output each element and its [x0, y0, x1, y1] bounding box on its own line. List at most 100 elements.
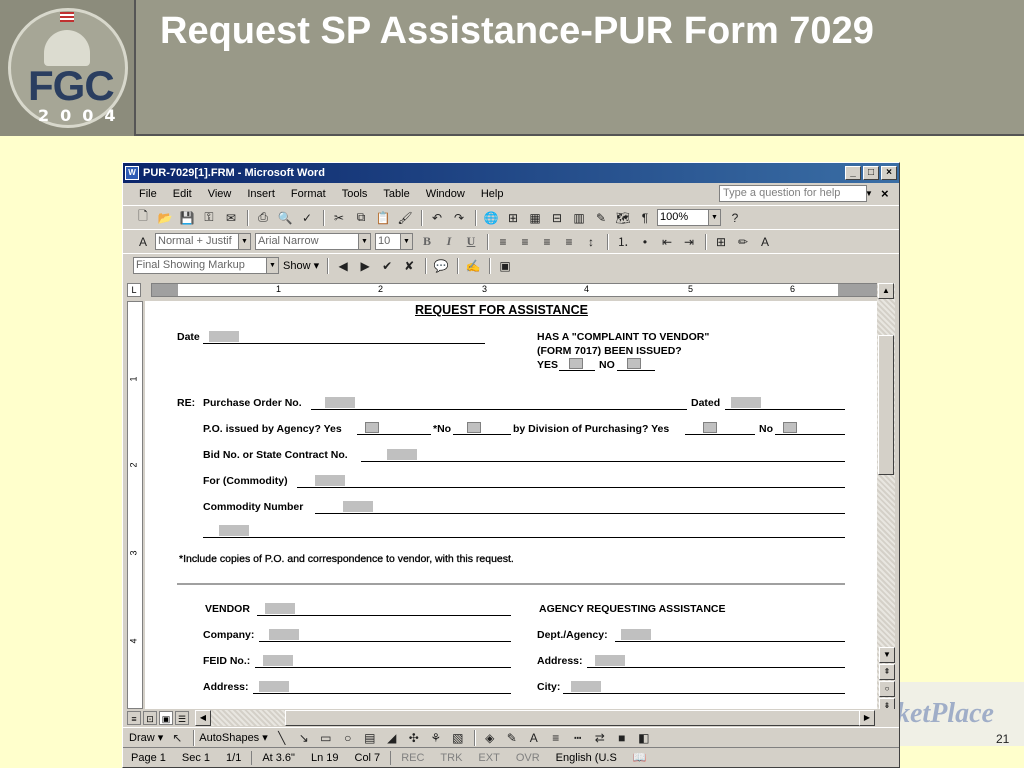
feid-field[interactable]: [263, 655, 293, 666]
commodity-field[interactable]: [315, 475, 345, 486]
line-style-icon[interactable]: ≡: [546, 729, 566, 747]
show-hide-icon[interactable]: ¶: [635, 209, 655, 227]
city-field[interactable]: [571, 681, 601, 692]
picture-icon[interactable]: ▧: [448, 729, 468, 747]
date-field[interactable]: [209, 331, 239, 342]
help-icon[interactable]: ?: [725, 209, 745, 227]
status-rec[interactable]: REC: [393, 752, 432, 764]
email-icon[interactable]: ✉: [221, 209, 241, 227]
menu-table[interactable]: Table: [375, 188, 417, 200]
style-select[interactable]: Normal + Justif ▼: [155, 233, 251, 250]
diagram-icon[interactable]: ✣: [404, 729, 424, 747]
decrease-indent-icon[interactable]: ⇤: [657, 233, 677, 251]
align-right-icon[interactable]: ≡: [537, 233, 557, 251]
line-icon[interactable]: ╲: [272, 729, 292, 747]
menu-view[interactable]: View: [200, 188, 240, 200]
redo-icon[interactable]: ↷: [449, 209, 469, 227]
align-center-icon[interactable]: ≡: [515, 233, 535, 251]
company-field[interactable]: [269, 629, 299, 640]
status-trk[interactable]: TRK: [432, 752, 470, 764]
extra-field[interactable]: [219, 525, 249, 536]
drawing-icon[interactable]: ✎: [591, 209, 611, 227]
po-number-field[interactable]: [325, 397, 355, 408]
po-issued-yes-checkbox[interactable]: [365, 422, 379, 433]
show-menu-button[interactable]: Show ▾: [283, 259, 319, 272]
wordart-icon[interactable]: ◢: [382, 729, 402, 747]
track-changes-icon[interactable]: ✍: [463, 257, 483, 275]
menu-help[interactable]: Help: [473, 188, 512, 200]
arrow-style-icon[interactable]: ⇄: [590, 729, 610, 747]
status-ovr[interactable]: OVR: [508, 752, 548, 764]
italic-button[interactable]: I: [439, 233, 459, 251]
draw-menu-button[interactable]: Draw ▾: [129, 731, 163, 744]
vendor-address-field[interactable]: [259, 681, 289, 692]
display-for-review-select[interactable]: Final Showing Markup ▼: [133, 257, 279, 274]
menu-tools[interactable]: Tools: [334, 188, 376, 200]
normal-view-icon[interactable]: ≡: [127, 711, 141, 725]
print-icon[interactable]: ⎙: [253, 209, 273, 227]
permission-icon[interactable]: ⚿: [199, 209, 219, 227]
accept-change-icon[interactable]: ✔: [377, 257, 397, 275]
text-box-icon[interactable]: ▤: [360, 729, 380, 747]
reject-change-icon[interactable]: ✘: [399, 257, 419, 275]
zoom-select[interactable]: 100% ▼: [657, 209, 721, 226]
fill-color-icon[interactable]: ◈: [480, 729, 500, 747]
menu-insert[interactable]: Insert: [239, 188, 283, 200]
dash-style-icon[interactable]: ┅: [568, 729, 588, 747]
minimize-button[interactable]: _: [845, 166, 861, 180]
numbering-icon[interactable]: ⒈: [613, 233, 633, 251]
underline-button[interactable]: U: [461, 233, 481, 251]
help-question-input[interactable]: Type a question for help: [719, 185, 867, 202]
line-spacing-icon[interactable]: ↕: [581, 233, 601, 251]
horizontal-ruler[interactable]: 1 2 3 4 5 6: [151, 283, 879, 297]
shadow-style-icon[interactable]: ■: [612, 729, 632, 747]
complaint-no-checkbox[interactable]: [627, 358, 641, 369]
autoshapes-menu-button[interactable]: AutoShapes ▾: [199, 731, 268, 744]
outline-view-icon[interactable]: ☰: [175, 711, 189, 725]
line-color-icon[interactable]: ✎: [502, 729, 522, 747]
document-map-icon[interactable]: 🗺: [613, 209, 633, 227]
previous-change-icon[interactable]: ◀: [333, 257, 353, 275]
vertical-scroll-thumb[interactable]: [878, 335, 894, 475]
status-ext[interactable]: EXT: [470, 752, 507, 764]
styles-formatting-icon[interactable]: A: [133, 233, 153, 251]
dated-field[interactable]: [731, 397, 761, 408]
scroll-down-icon[interactable]: ▼: [879, 647, 895, 663]
document-close-button[interactable]: ×: [881, 186, 889, 201]
select-browse-object-icon[interactable]: ○: [879, 681, 895, 697]
insert-table-icon[interactable]: ▦: [525, 209, 545, 227]
font-select[interactable]: Arial Narrow ▼: [255, 233, 371, 250]
insert-excel-icon[interactable]: ⊟: [547, 209, 567, 227]
scroll-up-icon[interactable]: ▲: [878, 283, 894, 299]
previous-page-icon[interactable]: ⇞: [879, 664, 895, 680]
3d-style-icon[interactable]: ◧: [634, 729, 654, 747]
align-left-icon[interactable]: ≡: [493, 233, 513, 251]
oval-icon[interactable]: ○: [338, 729, 358, 747]
word-app-icon[interactable]: W: [125, 166, 139, 180]
format-painter-icon[interactable]: 🖌: [395, 209, 415, 227]
insert-comment-icon[interactable]: 💬: [431, 257, 451, 275]
bullets-icon[interactable]: •: [635, 233, 655, 251]
save-icon[interactable]: 💾: [177, 209, 197, 227]
clip-art-icon[interactable]: ⚘: [426, 729, 446, 747]
reviewing-pane-icon[interactable]: ▣: [495, 257, 515, 275]
paste-icon[interactable]: 📋: [373, 209, 393, 227]
horizontal-scroll-thumb[interactable]: [285, 710, 865, 726]
highlight-icon[interactable]: ✏: [733, 233, 753, 251]
help-dropdown-arrow-icon[interactable]: ▼: [863, 186, 875, 201]
increase-indent-icon[interactable]: ⇥: [679, 233, 699, 251]
next-change-icon[interactable]: ▶: [355, 257, 375, 275]
print-layout-icon[interactable]: ▣: [159, 711, 173, 725]
tables-borders-icon[interactable]: ⊞: [503, 209, 523, 227]
copy-icon[interactable]: ⧉: [351, 209, 371, 227]
arrow-icon[interactable]: ↘: [294, 729, 314, 747]
division-yes-checkbox[interactable]: [703, 422, 717, 433]
tab-selector-button[interactable]: L: [127, 283, 141, 297]
font-size-select[interactable]: 10 ▼: [375, 233, 413, 250]
font-color-icon[interactable]: A: [755, 233, 775, 251]
division-no-checkbox[interactable]: [783, 422, 797, 433]
document-page[interactable]: REQUEST FOR ASSISTANCE Date HAS A "COMPL…: [145, 301, 877, 709]
scroll-left-icon[interactable]: ◀: [195, 710, 211, 726]
spelling-icon[interactable]: ✓: [297, 209, 317, 227]
menu-file[interactable]: File: [131, 188, 165, 200]
